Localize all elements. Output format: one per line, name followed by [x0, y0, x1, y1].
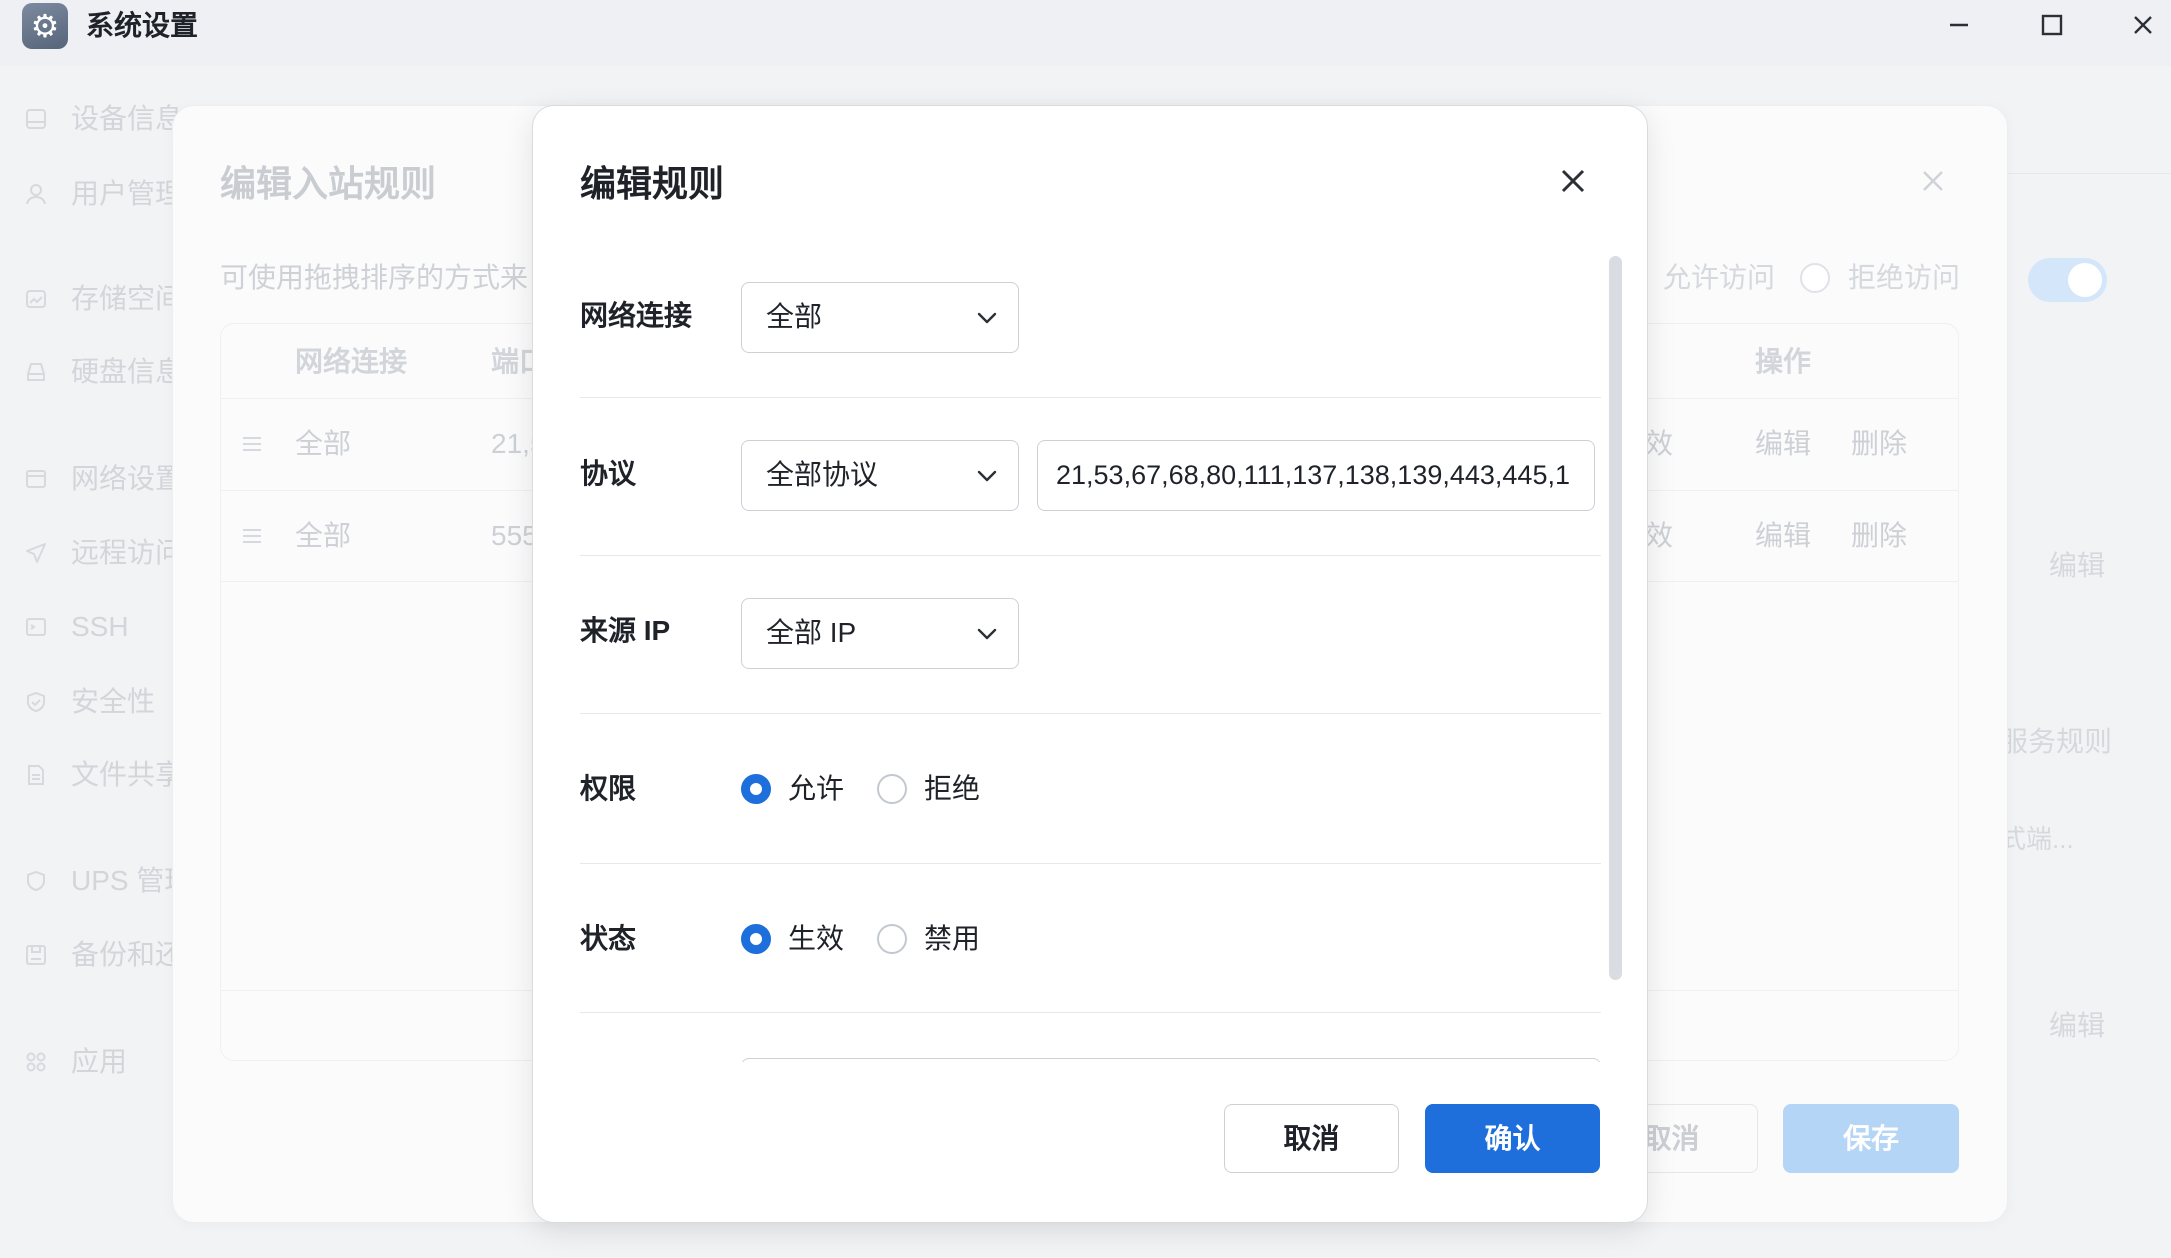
row-edit-link[interactable]: 编辑	[1755, 424, 1811, 464]
network-select[interactable]: 全部	[741, 282, 1019, 353]
form-divider	[580, 863, 1601, 864]
drag-handle-icon[interactable]	[241, 528, 263, 544]
drag-handle-icon[interactable]	[241, 436, 263, 452]
protocol-label: 协议	[580, 458, 637, 489]
sidebar-item-label: 备份和还	[71, 939, 184, 970]
header-divider	[2008, 173, 2171, 174]
status-label: 状态	[580, 923, 637, 954]
status-disabled-radio[interactable]	[877, 924, 907, 954]
row-network: 全部	[295, 428, 352, 459]
sidebar-item-label: 设备信息	[71, 103, 184, 134]
chevron-down-icon	[977, 312, 997, 324]
status-enabled-radio[interactable]	[741, 924, 771, 954]
disk-icon	[27, 363, 45, 381]
ports-input[interactable]: 21,53,67,68,80,111,137,138,139,443,445,1	[1037, 440, 1595, 511]
source-ip-select[interactable]: 全部 IP	[741, 598, 1019, 669]
permission-label: 权限	[580, 773, 637, 804]
ports-input-value: 21,53,67,68,80,111,137,138,139,443,445,1	[1056, 460, 1570, 490]
chevron-down-icon	[977, 470, 997, 482]
row-edit-link[interactable]: 编辑	[1755, 516, 1811, 556]
form-divider	[580, 713, 1601, 714]
sidebar-item-label: 远程访问	[71, 537, 184, 568]
background-edit-link[interactable]: 编辑	[2049, 546, 2105, 586]
close-icon[interactable]	[1560, 168, 1586, 194]
deny-access-radio[interactable]	[1800, 263, 1830, 293]
user-icon	[26, 184, 46, 205]
form-divider	[580, 397, 1601, 398]
row-status: 效	[1645, 428, 1674, 459]
apps-icon	[26, 1052, 46, 1072]
inbound-save-button[interactable]: 保存	[1783, 1104, 1959, 1173]
ups-icon	[27, 870, 45, 892]
file-icon	[28, 765, 44, 785]
window-title: 系统设置	[86, 10, 199, 41]
mode-port-label: 式端...	[2000, 824, 2074, 854]
service-rules-label: 服务规则	[2000, 726, 2113, 757]
storage-icon	[26, 290, 46, 308]
column-header-network: 网络连接	[295, 346, 408, 377]
column-header-actions: 操作	[1755, 346, 1812, 377]
row-port: 555	[491, 520, 538, 551]
form-divider	[580, 555, 1601, 556]
source-ip-select-value: 全部 IP	[766, 617, 857, 648]
permission-allow-label[interactable]: 允许	[788, 769, 844, 809]
sidebar-item-label: 网络设置	[71, 463, 184, 494]
sidebar-item-label: SSH	[71, 611, 129, 642]
close-icon[interactable]	[2126, 8, 2160, 42]
form-scrollbar[interactable]	[1609, 256, 1622, 980]
inbound-dialog-description: 可使用拖拽排序的方式来	[220, 262, 529, 293]
row-delete-link[interactable]: 删除	[1851, 424, 1907, 464]
sidebar-item-label: 文件共享	[71, 759, 184, 790]
confirm-button[interactable]: 确认	[1425, 1104, 1600, 1173]
maximize-icon[interactable]	[2035, 8, 2069, 42]
source-ip-label: 来源 IP	[580, 615, 671, 646]
background-edit-link[interactable]: 编辑	[2049, 1006, 2105, 1046]
row-delete-link[interactable]: 删除	[1851, 516, 1907, 556]
permission-allow-radio[interactable]	[741, 774, 771, 804]
sidebar-item-label: 存储空间	[71, 283, 184, 314]
protocol-select-value: 全部协议	[766, 459, 879, 490]
form-divider	[580, 1012, 1601, 1013]
row-status: 效	[1645, 520, 1674, 551]
status-enabled-label[interactable]: 生效	[788, 919, 844, 959]
network-icon	[26, 470, 46, 488]
cancel-button[interactable]: 取消	[1224, 1104, 1399, 1173]
permission-deny-radio[interactable]	[877, 774, 907, 804]
title-bar: ⚙ 系统设置	[0, 0, 2171, 66]
terminal-icon	[26, 618, 46, 636]
status-disabled-label[interactable]: 禁用	[924, 919, 980, 959]
inbound-dialog-title: 编辑入站规则	[220, 163, 437, 204]
shield-icon	[27, 691, 45, 713]
allow-access-label: 允许访问	[1663, 262, 1776, 293]
deny-access-label: 拒绝访问	[1848, 262, 1961, 293]
send-icon	[26, 543, 46, 563]
next-field-input[interactable]	[741, 1058, 1601, 1062]
sidebar-item-label: 安全性	[71, 686, 156, 717]
sidebar-item-label: 硬盘信息	[71, 356, 184, 387]
permission-deny-label[interactable]: 拒绝	[924, 769, 980, 809]
sidebar-item-label: 应用	[71, 1046, 128, 1077]
app-settings-icon: ⚙	[22, 3, 68, 49]
row-network: 全部	[295, 520, 352, 551]
network-select-value: 全部	[766, 301, 823, 332]
edit-rule-form: 网络连接 全部 协议 全部协议 21,53,67,68,80,111,137,1…	[532, 256, 1648, 1062]
monitor-icon	[26, 109, 46, 129]
firewall-toggle[interactable]	[2028, 258, 2107, 302]
close-icon[interactable]	[1921, 169, 1945, 193]
toggle-knob	[2068, 263, 2102, 297]
edit-rule-dialog-title: 编辑规则	[580, 163, 725, 204]
protocol-select[interactable]: 全部协议	[741, 440, 1019, 511]
chevron-down-icon	[977, 628, 997, 640]
network-label: 网络连接	[580, 300, 693, 331]
sidebar-item-label: 用户管理	[71, 178, 184, 209]
backup-icon	[26, 945, 46, 965]
minimize-icon[interactable]	[1942, 8, 1976, 42]
